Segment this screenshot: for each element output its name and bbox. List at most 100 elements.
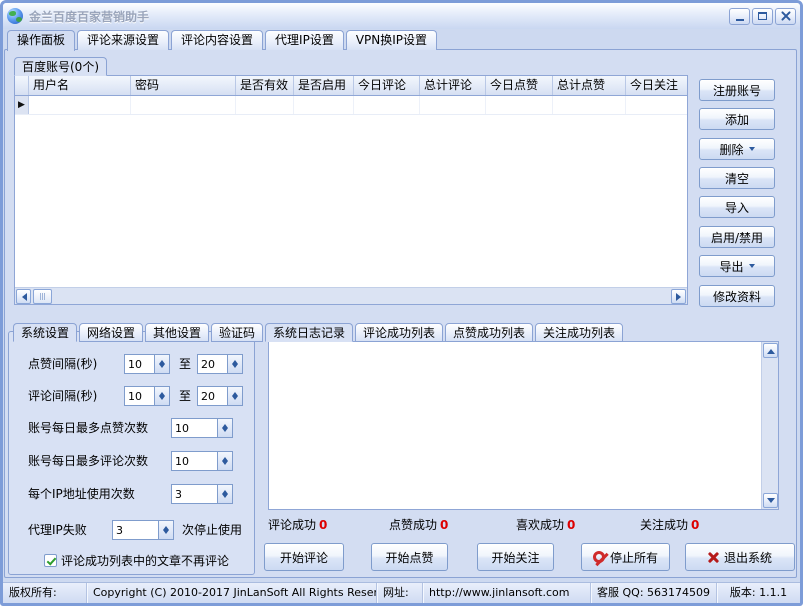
scroll-up-button[interactable] <box>763 343 778 358</box>
tab-baidu-accounts[interactable]: 百度账号(0个) <box>14 57 107 76</box>
like-interval-from-spinner <box>124 354 170 374</box>
minimize-icon <box>736 19 744 21</box>
tab-like-success-list[interactable]: 点赞成功列表 <box>445 323 533 342</box>
comment-interval-to-input[interactable] <box>198 387 227 405</box>
maximize-button[interactable] <box>752 8 773 25</box>
scroll-left-icon <box>18 293 27 301</box>
title-bar: 金兰百度百家营销助手 <box>3 3 800 29</box>
tab-network-settings[interactable]: 网络设置 <box>79 323 143 342</box>
copyright-text: Copyright (C) 2010-2017 JinLanSoft All R… <box>87 583 377 603</box>
comment-success-label: 评论成功 <box>268 518 316 532</box>
start-like-button[interactable]: 开始点赞 <box>371 543 448 571</box>
scroll-right-icon <box>676 293 685 301</box>
skip-commented-label: 评论成功列表中的文章不再评论 <box>61 551 229 571</box>
daily-max-comments-spinner <box>171 451 233 471</box>
tab-vpn-ip-settings[interactable]: VPN换IP设置 <box>346 30 437 50</box>
app-logo-globe-icon <box>7 8 23 24</box>
enable-disable-button[interactable]: 启用/禁用 <box>699 226 775 248</box>
tab-operation-panel[interactable]: 操作面板 <box>7 30 75 51</box>
col-username[interactable]: 用户名 <box>29 76 131 95</box>
spinner-updown-icon[interactable] <box>217 452 232 470</box>
tab-proxy-ip-settings[interactable]: 代理IP设置 <box>265 30 344 50</box>
tab-follow-success-list[interactable]: 关注成功列表 <box>535 323 623 342</box>
follow-success-stat: 关注成功0 <box>640 516 699 533</box>
proxy-fail-input[interactable] <box>113 521 158 539</box>
register-account-button[interactable]: 注册账号 <box>699 79 775 101</box>
like-success-value: 0 <box>440 518 448 532</box>
like-interval-from-input[interactable] <box>125 355 154 373</box>
tab-other-settings[interactable]: 其他设置 <box>145 323 209 342</box>
start-comment-button[interactable]: 开始评论 <box>264 543 344 571</box>
col-total-comments[interactable]: 总计评论 <box>420 76 486 95</box>
system-log-area <box>268 341 779 510</box>
like-interval-label: 点赞间隔(秒) <box>28 354 97 374</box>
like-success-label: 点赞成功 <box>389 518 437 532</box>
spinner-updown-icon[interactable] <box>154 387 169 405</box>
to-label: 至 <box>179 354 191 374</box>
spinner-updown-icon[interactable] <box>217 419 232 437</box>
export-button[interactable]: 导出 <box>699 255 775 277</box>
ip-use-count-spinner <box>171 484 233 504</box>
comment-success-value: 0 <box>319 518 327 532</box>
daily-max-likes-label: 账号每日最多点赞次数 <box>28 418 148 438</box>
stop-all-button[interactable]: 停止所有 <box>581 543 670 571</box>
scroll-down-icon <box>767 498 775 507</box>
daily-max-likes-spinner <box>171 418 233 438</box>
favor-success-value: 0 <box>567 518 575 532</box>
qq-text: 客服 QQ: 563174509 <box>591 583 717 603</box>
follow-success-value: 0 <box>691 518 699 532</box>
exit-system-button[interactable]: 退出系统 <box>685 543 795 571</box>
copyright-label: 版权所有: <box>3 583 87 603</box>
skip-commented-checkbox[interactable] <box>44 554 57 567</box>
delete-button-label: 删除 <box>719 141 743 158</box>
ip-use-count-input[interactable] <box>172 485 217 503</box>
spinner-updown-icon[interactable] <box>227 355 242 373</box>
tab-captcha[interactable]: 验证码 <box>211 323 263 342</box>
app-window: 金兰百度百家营销助手 操作面板 评论来源设置 评论内容设置 代理IP设置 VPN… <box>0 0 803 606</box>
scrollbar-thumb[interactable] <box>33 289 52 304</box>
col-valid[interactable]: 是否有效 <box>236 76 294 95</box>
tab-system-log[interactable]: 系统日志记录 <box>265 323 353 342</box>
col-today-likes[interactable]: 今日点赞 <box>486 76 553 95</box>
comment-interval-from-spinner <box>124 386 170 406</box>
favor-success-label: 喜欢成功 <box>516 518 564 532</box>
scroll-down-button[interactable] <box>763 493 778 508</box>
tab-comment-source-settings[interactable]: 评论来源设置 <box>77 30 169 50</box>
tab-comment-content-settings[interactable]: 评论内容设置 <box>171 30 263 50</box>
clear-button[interactable]: 清空 <box>699 167 775 189</box>
comment-interval-to-spinner <box>197 386 243 406</box>
close-button[interactable] <box>775 8 796 25</box>
proxy-fail-label: 代理IP失败 <box>28 520 87 540</box>
spinner-updown-icon[interactable] <box>158 521 173 539</box>
daily-max-comments-input[interactable] <box>172 452 217 470</box>
col-password[interactable]: 密码 <box>131 76 236 95</box>
table-horizontal-scrollbar[interactable] <box>15 287 687 304</box>
daily-max-likes-input[interactable] <box>172 419 217 437</box>
url-text: http://www.jinlansoft.com <box>423 583 591 603</box>
table-row[interactable]: ▶ <box>15 96 687 115</box>
log-vertical-scrollbar[interactable] <box>761 342 778 509</box>
exit-x-icon <box>708 552 719 563</box>
import-button[interactable]: 导入 <box>699 196 775 218</box>
scroll-left-button[interactable] <box>16 289 31 304</box>
spinner-updown-icon[interactable] <box>154 355 169 373</box>
accounts-table-header: 用户名 密码 是否有效 是否启用 今日评论 总计评论 今日点赞 总计点赞 今日关… <box>15 76 687 96</box>
minimize-button[interactable] <box>729 8 750 25</box>
start-follow-button[interactable]: 开始关注 <box>477 543 554 571</box>
spinner-updown-icon[interactable] <box>217 485 232 503</box>
edit-profile-button[interactable]: 修改资料 <box>699 285 775 307</box>
tab-system-settings[interactable]: 系统设置 <box>13 323 77 342</box>
like-interval-to-input[interactable] <box>198 355 227 373</box>
tab-comment-success-list[interactable]: 评论成功列表 <box>355 323 443 342</box>
col-total-likes[interactable]: 总计点赞 <box>553 76 626 95</box>
spinner-updown-icon[interactable] <box>227 387 242 405</box>
col-row-marker <box>15 76 29 95</box>
add-button[interactable]: 添加 <box>699 108 775 130</box>
scroll-right-button[interactable] <box>671 289 686 304</box>
col-today-comments[interactable]: 今日评论 <box>354 76 420 95</box>
delete-button[interactable]: 删除 <box>699 138 775 160</box>
col-today-follows[interactable]: 今日关注 <box>626 76 687 95</box>
col-enabled[interactable]: 是否启用 <box>294 76 354 95</box>
comment-interval-from-input[interactable] <box>125 387 154 405</box>
main-tabstrip: 操作面板 评论来源设置 评论内容设置 代理IP设置 VPN换IP设置 <box>7 30 437 50</box>
